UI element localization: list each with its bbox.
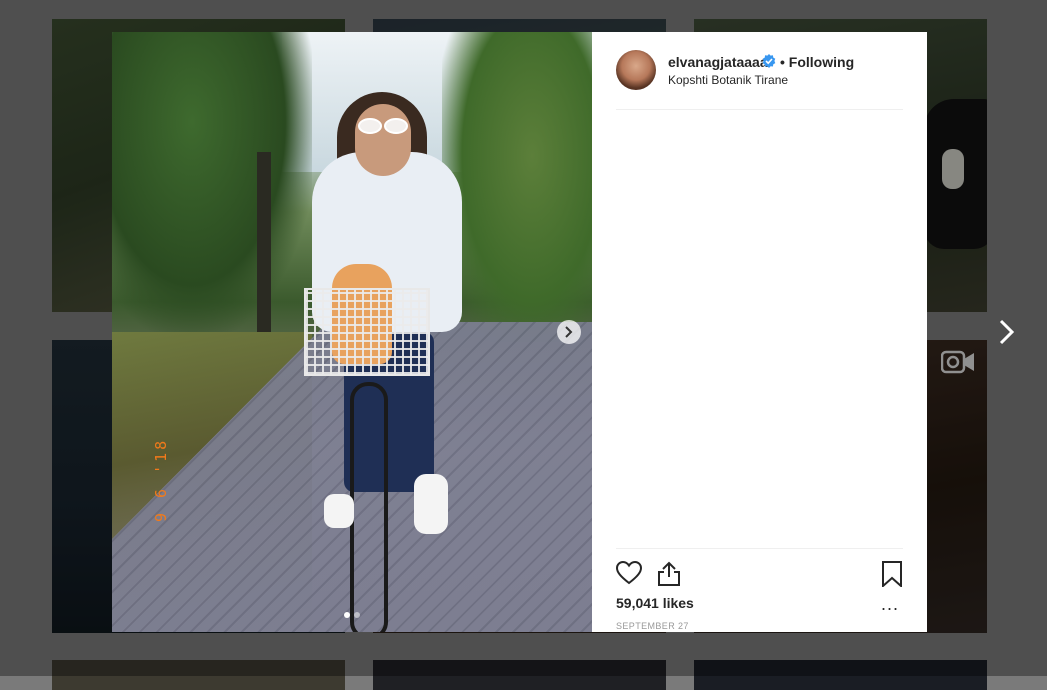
photo-shoe <box>414 474 448 534</box>
follow-status[interactable]: • Following <box>780 54 854 70</box>
photo-trees <box>112 32 312 332</box>
sunglasses-shape <box>358 118 408 134</box>
post-header: elvanagjataaaa • Following Kopshti Botan… <box>616 50 903 110</box>
post-date[interactable]: SEPTEMBER 27 <box>616 621 689 631</box>
verified-badge-icon <box>762 54 776 68</box>
chevron-right-icon <box>999 319 1015 345</box>
carousel-dot <box>354 612 360 618</box>
share-icon[interactable] <box>656 561 682 587</box>
post-actions: 59,041 likes ... SEPTEMBER 27 <box>616 548 903 633</box>
photo-trees <box>442 32 592 342</box>
bookmark-icon[interactable] <box>881 561 903 587</box>
photo-date-stamp: 9 6 '18 <box>152 437 170 522</box>
photo-tree-trunk <box>257 152 271 352</box>
post-photo[interactable]: 9 6 '18 <box>112 32 592 632</box>
chevron-right-icon <box>565 326 573 338</box>
photo-bike-basket <box>304 288 430 376</box>
separator-dot: • <box>780 54 785 70</box>
heart-icon[interactable] <box>616 561 642 585</box>
next-post-button[interactable] <box>992 316 1022 348</box>
avatar[interactable] <box>616 50 656 90</box>
post-modal: 9 6 '18 elvanagjataaaa • Following Kopsh… <box>112 32 927 632</box>
username-link[interactable]: elvanagjataaaa <box>668 54 768 70</box>
location-link[interactable]: Kopshti Botanik Tirane <box>668 73 788 87</box>
carousel-dot-active <box>344 612 350 618</box>
likes-count[interactable]: 59,041 likes <box>616 595 694 611</box>
carousel-next-button[interactable] <box>557 320 581 344</box>
photo-bicycle-wheel <box>350 382 388 632</box>
post-sidebar: elvanagjataaaa • Following Kopshti Botan… <box>592 32 927 632</box>
following-button[interactable]: Following <box>789 54 854 70</box>
carousel-indicator <box>112 612 592 618</box>
photo-shoe <box>324 494 354 528</box>
more-options-button[interactable]: ... <box>881 595 899 613</box>
photo-person-face <box>355 104 411 176</box>
